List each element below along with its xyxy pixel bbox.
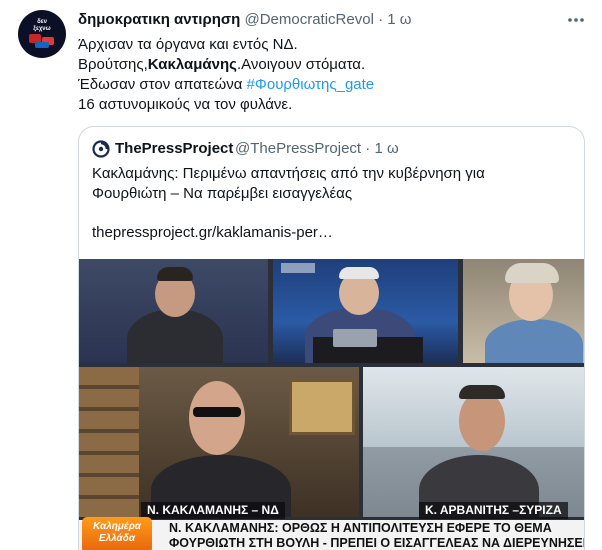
quoted-link[interactable]: thepressproject.gr/kaklamanis-per…: [92, 223, 333, 243]
channel-logo-shape: [281, 263, 315, 273]
author-name[interactable]: δημοκρατικη αντιρηση: [78, 11, 240, 28]
author-handle[interactable]: @DemocraticRevol: [244, 11, 373, 28]
video-panel-left-bottom: [79, 367, 359, 517]
tweet-text-line: Έδωσαν στον απατεώνα #Φουρθιωτης_gate: [78, 75, 588, 95]
tweet-text-line: Βρούτσης,Κακλαμάνης.Ανοιγουν στόματα.: [78, 55, 588, 75]
picture-frame-shape: [289, 379, 355, 435]
nameplate-left: Ν. ΚΑΚΛΑΜΑΝΗΣ – ΝΔ: [141, 502, 285, 519]
show-logo-line: Ελλάδα: [98, 533, 136, 544]
meta-separator: ·: [378, 11, 384, 28]
meta-separator: ·: [365, 140, 371, 157]
hair-shape: [459, 385, 505, 399]
quoted-text-line: Φουρθιώτη – Να παρέμβει εισαγγελέας: [92, 185, 353, 202]
bookshelf-shape: [79, 367, 139, 517]
hair-shape: [157, 267, 193, 281]
tweet-header: δημοκρατικη αντιρηση @DemocraticRevol · …: [78, 10, 412, 30]
ticker-line: ΦΟΥΡΘΙΩΤΗ ΣΤΗ ΒΟΥΛΗ - ΠΡΕΠΕΙ Ο ΕΙΣΑΓΓΕΛΕ…: [169, 536, 584, 550]
quoted-author-name[interactable]: ThePressProject: [115, 139, 233, 159]
hashtag-link[interactable]: #Φουρθιωτης_gate: [247, 76, 375, 93]
laptop-shape: [333, 329, 377, 347]
quoted-text-line: Κακλαμάνης: Περιμένω απαντήσεις από την …: [92, 165, 485, 182]
news-ticker: Καλημέρα Ελλάδα Ν. ΚΑΚΛΑΜΑΝΗΣ: ΟΡΘΩΣ Η Α…: [79, 517, 584, 550]
quoted-timestamp[interactable]: 1 ω: [374, 140, 398, 157]
thepressproject-logo-icon: [92, 140, 110, 158]
quoted-media-image[interactable]: Ν. ΚΑΚΛΑΜΑΝΗΣ – ΝΔ Κ. ΑΡΒΑΝΙΤΗΣ –ΣΥΡΙΖΑ …: [79, 259, 584, 550]
tweet-text-segment: .Ανοιγουν στόματα.: [236, 56, 366, 73]
avatar-flag-shape: [35, 42, 49, 48]
avatar-caption: δεν ξεχνω: [33, 19, 51, 32]
tweet-text-bold: Κακλαμάνης: [147, 56, 237, 73]
tweet-text-segment: Βρούτσης,: [78, 56, 148, 73]
more-options-button[interactable]: [566, 12, 586, 28]
tweet-text-line: 16 αστυνομικούς να τον φυλάνε.: [78, 96, 293, 113]
person-head-shape: [189, 381, 245, 455]
author-avatar[interactable]: δεν ξεχνω: [18, 10, 66, 58]
hair-shape: [505, 263, 559, 283]
video-panel-center-top: [273, 259, 458, 363]
more-horizontal-icon: [568, 18, 584, 22]
show-logo-line: Καλημέρα: [93, 521, 141, 532]
tweet-text-segment: Έδωσαν στον απατεώνα: [78, 76, 247, 93]
person-head-shape: [459, 391, 505, 451]
video-panel-left-top: [79, 259, 268, 363]
quoted-text: Κακλαμάνης: Περιμένω απαντήσεις από την …: [92, 164, 562, 204]
ticker-line: Ν. ΚΑΚΛΑΜΑΝΗΣ: ΟΡΘΩΣ Η ΑΝΤΙΠΟΛΙΤΕΥΣΗ ΕΦΕ…: [169, 521, 552, 535]
quoted-author-avatar[interactable]: [92, 140, 110, 158]
person-shape: [485, 319, 583, 363]
glasses-shape: [193, 407, 241, 417]
tweet-text-line: Άρχισαν τα όργανα και εντός ΝΔ.: [78, 36, 298, 53]
quoted-tweet[interactable]: ThePressProject @ThePressProject · 1 ω Κ…: [78, 126, 585, 550]
quoted-meta: @ThePressProject · 1 ω: [235, 139, 399, 159]
hair-shape: [339, 267, 379, 279]
person-shape: [127, 309, 223, 363]
video-panel-right-top: [463, 259, 584, 363]
nameplate-right: Κ. ΑΡΒΑΝΙΤΗΣ –ΣΥΡΙΖΑ: [419, 502, 568, 519]
video-panel-right-bottom: [363, 367, 584, 517]
show-logo: Καλημέρα Ελλάδα: [82, 517, 152, 550]
tweet-timestamp[interactable]: 1 ω: [387, 11, 411, 28]
quoted-author-handle[interactable]: @ThePressProject: [235, 140, 361, 157]
tweet-text: Άρχισαν τα όργανα και εντός ΝΔ. Βρούτσης…: [78, 35, 588, 115]
tweet[interactable]: δεν ξεχνω δημοκρατικη αντιρηση @Democrati…: [0, 0, 602, 550]
